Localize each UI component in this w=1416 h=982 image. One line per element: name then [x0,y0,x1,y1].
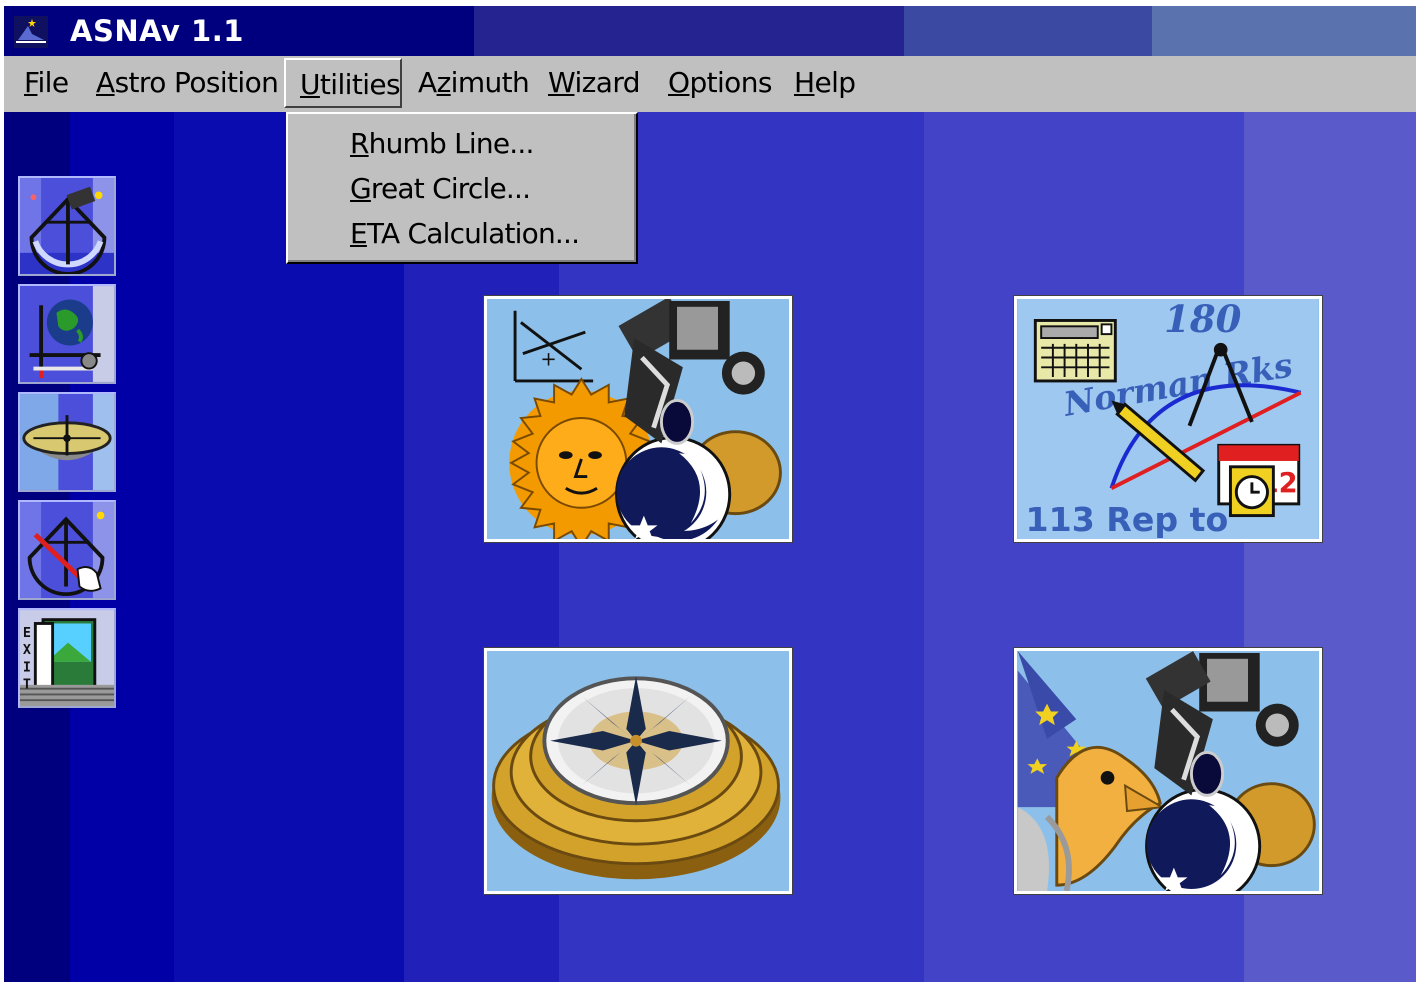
menu-utilities-label: tilities [319,68,401,101]
exit-letter-i: I [23,660,31,675]
menu-help[interactable]: Help [792,58,857,108]
great-circle-mnemonic: G [350,172,372,205]
menu-wizard-label: izard [574,66,640,99]
menu-item-great-circle[interactable]: Great Circle... [350,167,531,211]
exit-letter-e: E [23,626,31,641]
azimuth-tile[interactable] [483,647,793,895]
utilities-dropdown: Rhumb Line... Great Circle... ETA Calcul… [286,112,638,264]
utilities-tile[interactable]: 180 Norman Rks 113 Rep to 12 [1013,295,1323,543]
menu-item-rhumb-line[interactable]: Rhumb Line... [350,122,534,166]
menu-wizard-mnemonic: W [548,66,575,99]
sun-moon-sextant-icon: + [487,299,789,539]
app-window: ASNAv 1.1 File Astro Position Utilities … [4,6,1416,982]
brass-compass-icon [487,651,789,891]
wizard-moon-sextant-icon [1017,651,1319,891]
app-icon[interactable] [14,16,48,48]
menu-azimuth[interactable]: Azimuth [416,58,531,108]
menu-file-mnemonic: F [24,66,38,99]
menu-azimuth-mnemonic: z [436,66,452,99]
astro-position-tile[interactable]: + [483,295,793,543]
compass-dish-icon [20,394,114,490]
compass-dish-button[interactable] [18,392,116,492]
wizard-tile[interactable] [1013,647,1323,895]
menu-utilities[interactable]: Utilities [284,58,402,108]
globe-instruments-button[interactable] [18,284,116,384]
menu-file[interactable]: File [22,58,70,108]
great-circle-label: reat Circle... [370,172,531,205]
menu-bar: File Astro Position Utilities Azimuth Wi… [4,58,1416,112]
client-area: E X I T + 180 Norman Rks 113 Rep to 12 [4,112,1416,982]
menu-file-label: ile [37,66,69,99]
menu-astro-position[interactable]: Astro Position [94,58,280,108]
eta-calculation-label: TA Calculation... [366,217,580,250]
exit-door-icon: E X I T [20,610,114,706]
exit-letter-t: T [23,678,31,693]
eta-calculation-mnemonic: E [350,217,368,250]
exit-letter-x: X [23,643,31,658]
menu-help-label: elp [814,66,856,99]
window-title: ASNAv 1.1 [70,14,244,48]
chart-depth-label: 180 [1164,299,1242,341]
menu-options-label: ptions [689,66,772,99]
menu-options[interactable]: Options [666,58,774,108]
rhumb-line-mnemonic: R [350,127,369,160]
chart-report-label: 113 Rep to [1026,500,1229,539]
menu-azimuth-prefix: A [418,66,437,99]
menu-wizard[interactable]: Wizard [546,58,642,108]
plus-glyph: + [540,347,556,370]
menu-item-eta-calculation[interactable]: ETA Calculation... [350,212,580,256]
menu-astro-position-mnemonic: A [96,66,115,99]
menu-astro-position-label: stro Position [114,66,279,99]
globe-instruments-icon [20,286,114,382]
sextant-pointer-icon [20,502,114,598]
title-bar[interactable]: ASNAv 1.1 [4,6,1416,56]
menu-azimuth-label: imuth [450,66,530,99]
sextant-icon [20,178,114,274]
menu-help-mnemonic: H [794,66,815,99]
menu-options-mnemonic: O [668,66,690,99]
sextant-button[interactable] [18,176,116,276]
exit-button[interactable]: E X I T [18,608,116,708]
chart-calculator-clock-icon: 180 Norman Rks 113 Rep to 12 [1017,299,1319,539]
menu-utilities-mnemonic: U [300,68,321,101]
rhumb-line-label: humb Line... [368,127,535,160]
sextant-pointer-button[interactable] [18,500,116,600]
